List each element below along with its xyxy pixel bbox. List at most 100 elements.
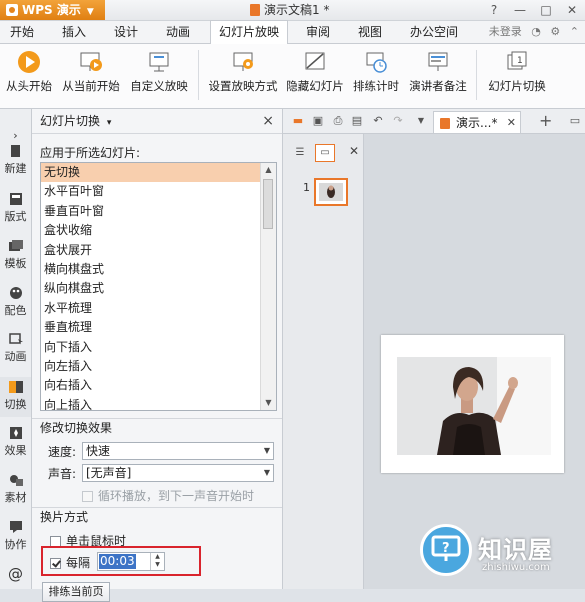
document-tab[interactable]: 演示...* ✕ xyxy=(433,111,521,133)
toolbar-new-label: 新建 xyxy=(4,162,27,175)
skin-icon[interactable]: ◔ xyxy=(531,25,541,38)
rehearse-current-button[interactable]: 排练当前页 xyxy=(42,582,110,602)
transition-option[interactable]: 垂直百叶窗 xyxy=(41,202,276,221)
transition-option[interactable]: 水平百叶窗 xyxy=(41,182,276,201)
left-toolbar: › 新建 版式 模板 配色 动画 切换 效果 素材 协作 @ xyxy=(0,109,32,589)
outline-view-icon[interactable]: ☰ xyxy=(291,145,309,161)
wps-logo-icon xyxy=(6,4,18,16)
transition-option[interactable]: 盒状展开 xyxy=(41,241,276,260)
rehearse-timings-button[interactable]: 排练计时 xyxy=(350,50,402,94)
from-current-button[interactable]: 从当前开始 xyxy=(60,50,122,94)
close-window-button[interactable]: ✕ xyxy=(559,0,585,20)
tab-review[interactable]: 审阅 xyxy=(298,21,338,43)
new-tab-icon[interactable]: + xyxy=(539,113,552,129)
transition-list: 无切换 水平百叶窗 垂直百叶窗 盒状收缩 盒状展开 横向棋盘式 纵向棋盘式 水平梳理 垂直梳理向… xyxy=(41,163,276,410)
help-button[interactable]: ? xyxy=(481,0,507,20)
sound-select[interactable]: [无声音] ▼ xyxy=(82,464,274,482)
transition-option[interactable]: 向下插入 xyxy=(41,338,276,357)
undo-icon[interactable]: ↶ xyxy=(372,115,384,127)
setup-show-button[interactable]: 设置放映方式 xyxy=(205,50,281,94)
toolbar-animation[interactable]: 动画 xyxy=(0,333,31,367)
animation-icon xyxy=(8,333,23,345)
every-checkbox[interactable] xyxy=(50,558,61,569)
transition-option[interactable]: 向左插入 xyxy=(41,357,276,376)
toolbar-new[interactable]: 新建 xyxy=(0,145,31,179)
tab-office-space[interactable]: 办公空间 xyxy=(402,21,466,43)
rehearse-timings-icon xyxy=(366,52,387,73)
more-icon[interactable]: ▼ xyxy=(415,115,427,127)
speed-select[interactable]: 快速 ▼ xyxy=(82,442,274,460)
hide-slide-button[interactable]: 隐藏幻灯片 xyxy=(284,50,346,94)
print-icon[interactable]: ⎙ xyxy=(332,115,344,127)
toolbar-collaborate[interactable]: 协作 xyxy=(0,521,31,555)
save-icon[interactable]: ▣ xyxy=(312,115,324,127)
slide-editing-area xyxy=(364,134,585,589)
slides-view-icon[interactable]: ▭ xyxy=(315,144,335,162)
transition-option[interactable]: 向右插入 xyxy=(41,376,276,395)
current-slide[interactable] xyxy=(381,335,564,473)
login-link[interactable]: 未登录 xyxy=(489,25,522,38)
transition-option[interactable]: 横向棋盘式 xyxy=(41,260,276,279)
spin-up-icon[interactable]: ▲ xyxy=(151,553,164,561)
scrollbar-thumb[interactable] xyxy=(263,179,273,229)
preview-icon[interactable]: ▤ xyxy=(351,115,363,127)
tab-design[interactable]: 设计 xyxy=(106,21,146,43)
transition-option[interactable]: 向上插入 xyxy=(41,396,276,410)
listbox-scrollbar[interactable]: ▲ ▼ xyxy=(260,163,276,410)
tab-slideshow[interactable]: 幻灯片放映 xyxy=(210,20,289,45)
toolbar-materials-label: 素材 xyxy=(4,491,27,504)
slide-transition-button[interactable]: 1 幻灯片切换 xyxy=(482,50,552,94)
interval-spinner[interactable]: 00:03 ▲ ▼ xyxy=(97,552,165,571)
tab-list-icon[interactable]: ▭ xyxy=(569,115,581,127)
collapse-ribbon-icon[interactable]: ⌃ xyxy=(570,25,579,38)
at-icon: @ xyxy=(8,565,23,583)
scroll-down-icon[interactable]: ▼ xyxy=(261,396,276,410)
spinner-buttons: ▲ ▼ xyxy=(150,553,164,570)
transition-option[interactable]: 纵向棋盘式 xyxy=(41,279,276,298)
loop-sound-checkbox[interactable] xyxy=(82,491,93,502)
transition-option[interactable]: 无切换 xyxy=(41,163,276,183)
slide-photo[interactable] xyxy=(397,357,551,455)
settings-icon[interactable]: ⚙ xyxy=(550,25,560,38)
toolbar-effects[interactable]: 效果 xyxy=(0,427,31,461)
transition-listbox[interactable]: 无切换 水平百叶窗 垂直百叶窗 盒状收缩 盒状展开 横向棋盘式 纵向棋盘式 水平梳理 垂直梳理向… xyxy=(40,162,277,411)
app-menu-button[interactable]: WPS 演示 ▼ xyxy=(0,0,105,20)
pane-title-dropdown-icon[interactable]: ▾ xyxy=(107,118,112,128)
window-controls: ? — □ ✕ xyxy=(481,0,585,20)
toolbar-template[interactable]: 模板 xyxy=(0,240,31,274)
chevron-down-icon: ▼ xyxy=(86,7,94,17)
open-icon[interactable]: ▬ xyxy=(292,115,304,127)
interval-value[interactable]: 00:03 xyxy=(99,554,136,569)
every-row[interactable]: 每隔 xyxy=(50,554,90,571)
close-pane-button[interactable]: × xyxy=(262,109,274,133)
close-thumbnails-icon[interactable]: ✕ xyxy=(349,144,359,158)
tab-home[interactable]: 开始 xyxy=(2,21,42,43)
tab-view[interactable]: 视图 xyxy=(350,21,390,43)
redo-icon[interactable]: ↷ xyxy=(392,115,404,127)
toolbar-layout[interactable]: 版式 xyxy=(0,193,31,227)
custom-show-button[interactable]: 自定义放映 xyxy=(128,50,190,94)
spin-down-icon[interactable]: ▼ xyxy=(151,561,164,569)
toolbar-transition[interactable]: 切换 xyxy=(0,377,31,417)
toolbar-materials[interactable]: 素材 xyxy=(0,474,31,508)
tab-animation[interactable]: 动画 xyxy=(158,21,198,43)
maximize-button[interactable]: □ xyxy=(533,0,559,20)
close-tab-icon[interactable]: ✕ xyxy=(507,112,516,134)
slide-thumbnail[interactable] xyxy=(314,178,348,206)
watermark: ? 知识屋 zhishiwu.com xyxy=(420,524,580,584)
transition-option[interactable]: 水平梳理 xyxy=(41,299,276,318)
speaker-notes-button[interactable]: 演讲者备注 xyxy=(406,50,470,94)
scroll-up-icon[interactable]: ▲ xyxy=(261,163,276,177)
collaborate-icon xyxy=(9,521,22,533)
tab-insert[interactable]: 插入 xyxy=(54,21,94,43)
toolbar-mention[interactable]: @ xyxy=(0,565,31,585)
from-beginning-button[interactable]: 从头开始 xyxy=(4,50,54,94)
slide-transition-pane: 幻灯片切换 ▾ × 应用于所选幻灯片: 无切换 水平百叶窗 垂直百叶窗 盒状收缩 盒状展… xyxy=(32,109,283,602)
template-icon xyxy=(8,240,23,251)
toolbar-template-label: 模板 xyxy=(4,257,27,270)
loop-sound-checkbox-row[interactable]: 循环播放，到下一声音开始时 xyxy=(82,487,254,504)
transition-option[interactable]: 垂直梳理 xyxy=(41,318,276,337)
minimize-button[interactable]: — xyxy=(507,0,533,20)
toolbar-color-scheme[interactable]: 配色 xyxy=(0,287,31,321)
transition-option[interactable]: 盒状收缩 xyxy=(41,221,276,240)
